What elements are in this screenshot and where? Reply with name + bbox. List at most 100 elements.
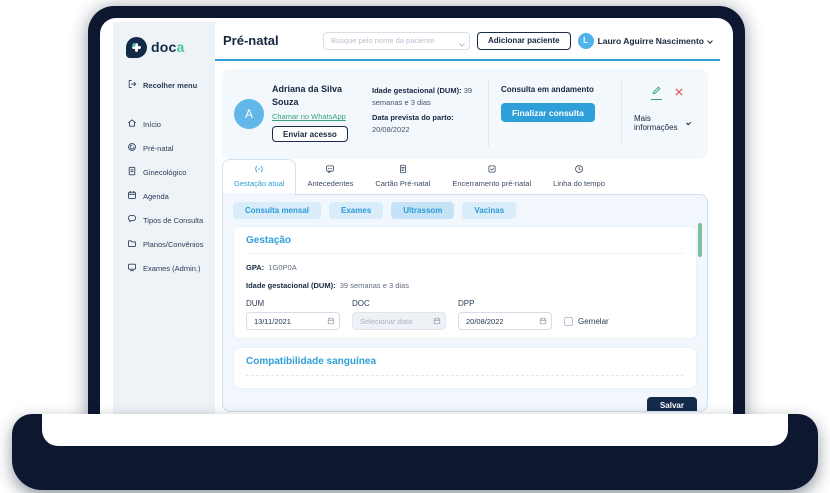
user-menu[interactable]: L Lauro Aguirre Nascimento <box>577 32 713 49</box>
gpa-label: GPA: <box>246 263 265 272</box>
calendar-icon <box>327 317 335 325</box>
app-logo[interactable]: doca <box>113 32 215 62</box>
sidebar-item-pre-natal[interactable]: Pré-natal <box>113 136 215 160</box>
section-title-compatibilidade: Compatibilidade sanguínea <box>246 356 377 367</box>
page-title: Pré-natal <box>223 33 279 48</box>
calendar-icon <box>127 190 137 202</box>
patient-summary-card: A Adriana da Silva Souza Chamar no Whats… <box>222 69 708 159</box>
save-row: Salvar <box>223 397 707 411</box>
patient-name: Adriana da Silva Souza <box>272 84 343 108</box>
iga-value: 39 semanas e 3 dias <box>339 281 409 290</box>
header-actions: Adicionar paciente L Lauro Aguirre Nasci… <box>322 31 713 50</box>
close-icon[interactable] <box>674 87 684 99</box>
tab-antecedentes[interactable]: Antecedentes <box>296 160 364 194</box>
gpa-value: 1G0P0A <box>268 263 297 272</box>
dum-label: DUM <box>246 299 265 308</box>
document-icon <box>127 166 137 178</box>
more-info-label: Mais informações <box>634 114 678 132</box>
screenshot-stage: doca Recolher menu Início Pré-natal Gine… <box>0 0 830 493</box>
sidebar-item-label: Início <box>143 119 161 129</box>
card-divider <box>621 81 622 147</box>
gestational-age-label: Idade gestacional (DUM): <box>372 86 462 95</box>
patient-avatar: A <box>234 99 264 129</box>
field-dum: DUM <box>246 299 340 330</box>
sidebar-menu: Início Pré-natal Ginecológico Agenda Tip… <box>113 112 215 280</box>
laptop-hinge <box>42 414 788 446</box>
edit-pencil-icon[interactable] <box>651 85 662 100</box>
due-date-value: 20/08/2022 <box>372 124 410 134</box>
subtab-bar: Consulta mensal Exames Ultrassom Vacinas <box>223 195 707 225</box>
home-icon <box>127 118 137 130</box>
iga-label: Idade gestacional (DUM): <box>246 281 336 290</box>
add-patient-button[interactable]: Adicionar paciente <box>476 31 571 50</box>
prenatal-icon <box>127 142 137 154</box>
chat-icon <box>127 214 137 226</box>
user-name: Lauro Aguirre Nascimento <box>597 35 704 46</box>
dpp-input[interactable] <box>458 312 552 330</box>
tab-label: Encerramento pré-natal <box>452 179 532 188</box>
card-divider <box>488 81 489 147</box>
sidebar-item-inicio[interactable]: Início <box>113 112 215 136</box>
calendar-icon <box>539 317 547 325</box>
collapse-menu-button[interactable]: Recolher menu <box>113 79 215 91</box>
consultation-status: Consulta em andamento Finalizar consulta <box>501 79 609 149</box>
gestation-form-card: Gestação GPA: 1G0P0A Idade gestacional (… <box>233 226 697 339</box>
logo-text: doca <box>151 39 185 55</box>
whatsapp-link[interactable]: Chamar no WhatsApp <box>272 112 346 121</box>
more-info-toggle[interactable]: Mais informações <box>634 114 691 132</box>
tab-cartao-pre-natal[interactable]: Cartão Pré-natal <box>364 160 441 194</box>
page-header: Pré-natal Adicionar paciente L Lauro Agu… <box>215 22 720 59</box>
sidebar-item-label: Pré-natal <box>143 143 174 153</box>
collapse-menu-icon <box>127 79 137 91</box>
gpa-row: GPA: 1G0P0A <box>246 263 684 272</box>
iga-row: Idade gestacional (DUM): 39 semanas e 3 … <box>246 281 684 290</box>
chevron-down-icon[interactable] <box>459 39 465 48</box>
chevron-down-icon <box>685 120 691 126</box>
dum-input[interactable] <box>246 312 340 330</box>
doc-input[interactable] <box>352 312 446 330</box>
tab-label: Linha do tempo <box>553 179 605 188</box>
calendar-icon <box>433 317 441 325</box>
subtab-ultrassom[interactable]: Ultrassom <box>391 202 455 219</box>
date-fields-row: DUM DOC <box>246 299 684 330</box>
sidebar: doca Recolher menu Início Pré-natal Gine… <box>113 22 215 422</box>
send-access-button[interactable]: Enviar acesso <box>272 126 348 143</box>
sidebar-item-label: Planos/Convênios <box>143 239 204 249</box>
folder-icon <box>127 238 137 250</box>
tab-encerramento-pre-natal[interactable]: Encerramento pré-natal <box>441 160 542 194</box>
sidebar-item-ginecologico[interactable]: Ginecológico <box>113 160 215 184</box>
subtab-vacinas[interactable]: Vacinas <box>462 202 517 219</box>
scrollbar-thumb[interactable] <box>698 223 702 257</box>
twin-checkbox-row[interactable]: Gemelar <box>564 317 609 330</box>
sidebar-item-tipos-de-consulta[interactable]: Tipos de Consulta <box>113 208 215 232</box>
sidebar-item-planos-convenios[interactable]: Planos/Convênios <box>113 232 215 256</box>
tab-gestacao-atual[interactable]: Gestação atual <box>222 159 297 195</box>
doca-logo-icon <box>126 36 147 58</box>
monitor-icon <box>127 262 137 274</box>
patient-search-input[interactable] <box>322 31 470 50</box>
chat-dots-icon <box>325 164 335 176</box>
collapse-menu-label: Recolher menu <box>143 80 198 90</box>
sidebar-item-label: Exames (Admin.) <box>143 263 201 273</box>
tab-bar: Gestação atual Antecedentes Cartão Pré-n… <box>222 159 708 195</box>
check-square-icon <box>487 164 497 176</box>
tab-label: Gestação atual <box>234 179 285 188</box>
sidebar-item-exames-admin[interactable]: Exames (Admin.) <box>113 256 215 280</box>
subtab-exames[interactable]: Exames <box>329 202 384 219</box>
twin-checkbox[interactable] <box>564 317 573 326</box>
finish-consultation-button[interactable]: Finalizar consulta <box>501 103 595 122</box>
subtab-consulta-mensal[interactable]: Consulta mensal <box>233 202 322 219</box>
dashed-divider <box>246 375 684 376</box>
user-avatar: L <box>577 32 594 49</box>
tab-label: Antecedentes <box>307 179 354 188</box>
patient-search <box>322 31 470 50</box>
status-badge: Consulta em andamento <box>501 85 594 94</box>
field-dpp: DPP <box>458 299 552 330</box>
chevron-down-icon <box>707 37 713 44</box>
sidebar-item-label: Ginecológico <box>143 167 187 177</box>
tab-content-panel: Consulta mensal Exames Ultrassom Vacinas… <box>222 194 708 412</box>
tab-linha-do-tempo[interactable]: Linha do tempo <box>542 160 616 194</box>
save-button[interactable]: Salvar <box>646 397 697 411</box>
due-date-label: Data prevista do parto: <box>372 113 454 123</box>
sidebar-item-agenda[interactable]: Agenda <box>113 184 215 208</box>
